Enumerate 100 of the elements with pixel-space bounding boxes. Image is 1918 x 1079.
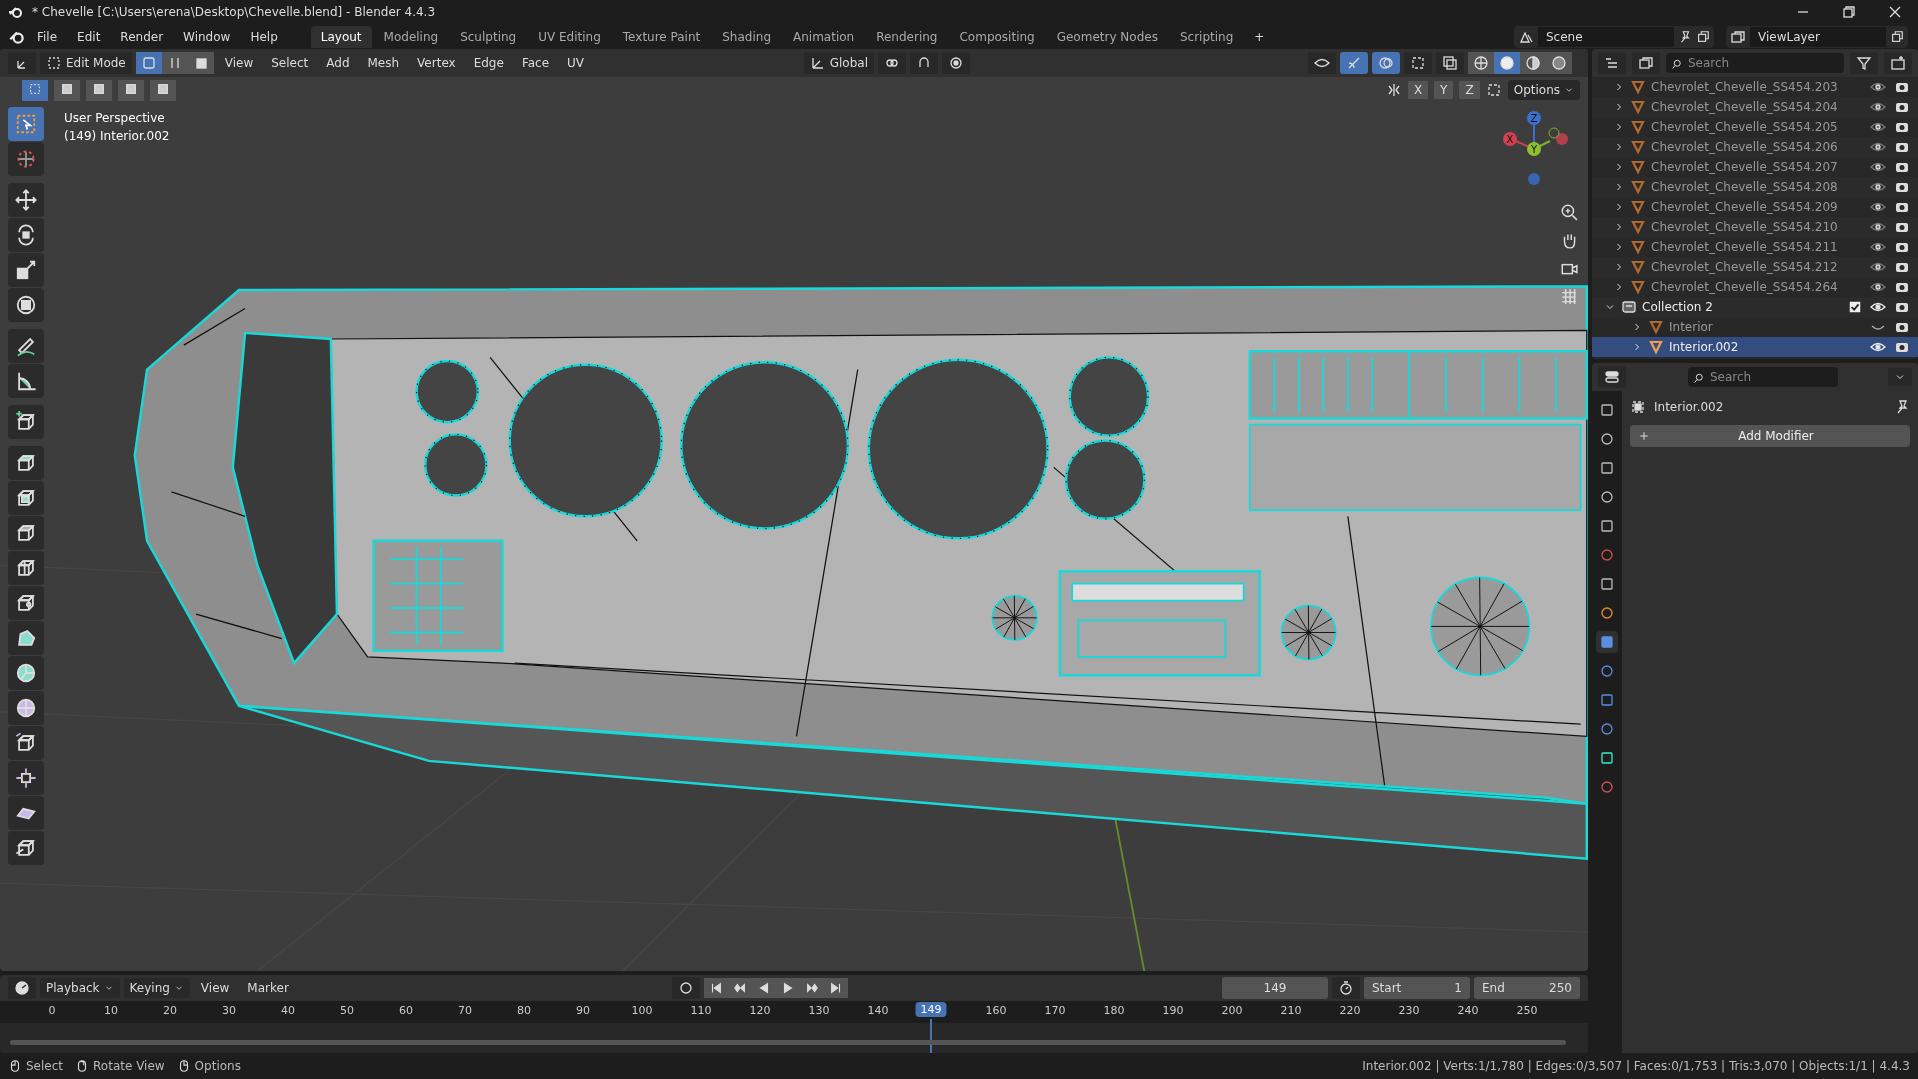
workspace-tab[interactable]: Animation xyxy=(783,25,865,48)
proportional-toggle[interactable] xyxy=(942,52,970,74)
select-mode-button[interactable] xyxy=(187,52,214,74)
menu-item[interactable]: Add xyxy=(319,53,357,73)
add-workspace-button[interactable]: + xyxy=(1245,26,1274,47)
tool-button[interactable] xyxy=(8,405,44,439)
filter-view-dropdown[interactable] xyxy=(1632,52,1660,74)
tool-button[interactable] xyxy=(8,183,44,217)
workspace-tab[interactable]: Rendering xyxy=(866,25,948,48)
zoom-icon[interactable] xyxy=(1560,203,1578,221)
view-layer-selector[interactable]: ViewLayer xyxy=(1726,25,1908,48)
outliner-row[interactable]: Interior.002 xyxy=(1592,337,1918,357)
tool-button[interactable] xyxy=(8,726,44,760)
workspace-tab[interactable]: Modeling xyxy=(373,25,449,48)
workspace-tab[interactable]: Shading xyxy=(712,25,781,48)
selection-mode-button[interactable] xyxy=(86,79,112,101)
select-mode-button[interactable] xyxy=(161,52,188,74)
copy-icon[interactable] xyxy=(1696,29,1710,44)
selection-mode-button[interactable] xyxy=(118,79,144,101)
options-dropdown[interactable]: Options xyxy=(1507,80,1580,100)
tool-button[interactable] xyxy=(8,364,44,398)
solid-shading-button[interactable] xyxy=(1494,52,1520,74)
gizmo-toggle[interactable] xyxy=(1340,52,1368,74)
menu-item[interactable]: UV xyxy=(560,53,591,73)
properties-tab[interactable] xyxy=(1596,631,1618,653)
menu-item[interactable]: Help xyxy=(241,26,287,47)
checkbox-checked-icon[interactable] xyxy=(1848,300,1862,314)
menu-item[interactable]: Playback xyxy=(40,978,120,998)
mirror-axis-toggle[interactable]: Y xyxy=(1434,81,1454,99)
workspace-tab[interactable]: Texture Paint xyxy=(612,25,711,48)
tool-button[interactable] xyxy=(8,516,44,550)
snap-toggle[interactable] xyxy=(910,52,938,74)
xray-toggle[interactable] xyxy=(1436,52,1464,74)
tool-button[interactable] xyxy=(8,288,44,322)
options-dropdown[interactable] xyxy=(1888,368,1912,386)
end-frame-field[interactable]: End 250 xyxy=(1474,977,1580,999)
tool-button[interactable] xyxy=(8,691,44,725)
visibility-dropdown[interactable] xyxy=(1308,52,1336,74)
preview-range-toggle[interactable] xyxy=(1332,977,1360,999)
tool-button[interactable] xyxy=(8,481,44,515)
add-modifier-button[interactable]: Add Modifier xyxy=(1630,425,1910,447)
scene-selector[interactable]: Scene xyxy=(1514,25,1714,48)
workspace-tab[interactable]: Geometry Nodes xyxy=(1046,25,1168,48)
tool-button[interactable] xyxy=(8,656,44,690)
tool-button[interactable] xyxy=(8,586,44,620)
selection-mode-button[interactable] xyxy=(54,79,80,101)
menu-item[interactable]: Select xyxy=(264,53,316,73)
menu-item[interactable]: Edge xyxy=(466,53,511,73)
menu-item[interactable]: View xyxy=(217,53,261,73)
keying-toggle[interactable] xyxy=(672,977,700,999)
mirror-axis-toggle[interactable]: X xyxy=(1407,81,1429,99)
tool-button[interactable] xyxy=(8,218,44,252)
menu-item[interactable]: Keying xyxy=(123,978,190,998)
menu-item[interactable]: Render xyxy=(111,26,173,47)
rendered-shading-button[interactable] xyxy=(1546,52,1572,74)
outliner-row[interactable]: Chevrolet_Chevelle_SS454.205 xyxy=(1592,117,1918,137)
auto-merge-icon[interactable] xyxy=(1485,82,1502,98)
wireframe-shading-button[interactable] xyxy=(1468,52,1494,74)
menu-item[interactable]: Edit xyxy=(68,26,110,47)
mirror-axis-toggle[interactable]: Z xyxy=(1459,81,1480,99)
select-mode-button[interactable] xyxy=(135,52,162,74)
orientation-dropdown[interactable]: Global xyxy=(803,52,874,74)
copy-icon[interactable] xyxy=(1890,29,1904,44)
tool-button[interactable] xyxy=(8,446,44,480)
menu-item[interactable]: Window xyxy=(174,26,240,47)
playhead[interactable]: 149 xyxy=(915,1002,947,1017)
workspace-tab[interactable]: Compositing xyxy=(949,25,1045,48)
mesh-overlay-dropdown[interactable] xyxy=(1404,52,1432,74)
outliner-row[interactable]: Chevrolet_Chevelle_SS454.207 xyxy=(1592,157,1918,177)
filter-dropdown[interactable] xyxy=(1850,52,1878,74)
playback-button[interactable] xyxy=(824,978,848,998)
workspace-tab[interactable]: Scripting xyxy=(1169,25,1244,48)
pivot-dropdown[interactable] xyxy=(878,52,906,74)
search-field[interactable]: Search xyxy=(1688,367,1838,387)
tool-button[interactable] xyxy=(8,761,44,795)
outliner-row[interactable]: Chevrolet_Chevelle_SS454.203 xyxy=(1592,77,1918,97)
playback-button[interactable] xyxy=(704,978,728,998)
menu-item[interactable]: Face xyxy=(514,53,556,73)
tool-button[interactable] xyxy=(8,142,44,176)
tool-button[interactable] xyxy=(8,621,44,655)
selection-mode-button[interactable] xyxy=(22,79,48,101)
new-collection-button[interactable] xyxy=(1884,52,1912,74)
outliner-row[interactable]: Chevrolet_Chevelle_SS454.264 xyxy=(1592,277,1918,297)
scrollbar[interactable] xyxy=(10,1040,1566,1045)
material-shading-button[interactable] xyxy=(1520,52,1546,74)
editor-type-button[interactable] xyxy=(1598,366,1626,388)
outliner-row[interactable]: Chevrolet_Chevelle_SS454.211 xyxy=(1592,237,1918,257)
tool-button[interactable] xyxy=(8,329,44,363)
search-field[interactable]: Search xyxy=(1666,53,1844,73)
tool-button[interactable] xyxy=(8,551,44,585)
menu-item[interactable]: File xyxy=(28,26,67,47)
menu-item[interactable]: Vertex xyxy=(410,53,463,73)
tool-button[interactable] xyxy=(8,796,44,830)
editor-type-button[interactable] xyxy=(8,52,36,74)
start-frame-field[interactable]: Start 1 xyxy=(1364,977,1470,999)
workspace-tab[interactable]: Layout xyxy=(310,25,372,48)
overlay-toggle[interactable] xyxy=(1372,52,1400,74)
workspace-tab[interactable]: Sculpting xyxy=(450,25,527,48)
menu-item[interactable]: View xyxy=(193,978,237,998)
menu-item[interactable]: Marker xyxy=(240,978,296,998)
